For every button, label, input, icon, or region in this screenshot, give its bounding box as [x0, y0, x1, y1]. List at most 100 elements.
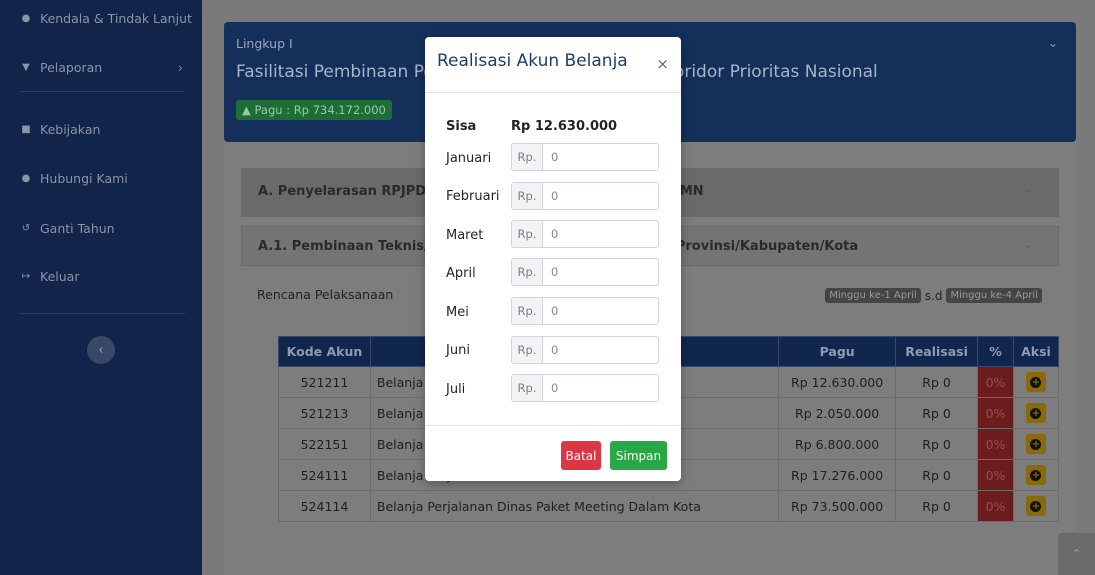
history-icon: ↺: [21, 223, 31, 234]
simpan-button[interactable]: Simpan: [610, 441, 667, 470]
percent-cell: 0%: [977, 459, 1014, 491]
modal-title: Realisasi Akun Belanja: [437, 51, 628, 71]
rp-prefix: Rp.: [512, 298, 543, 324]
aksi-cell: +: [1012, 428, 1060, 460]
kode-akun-cell: 524111: [278, 459, 371, 491]
header-realisasi: Realisasi: [895, 336, 979, 367]
rp-prefix: Rp.: [512, 259, 543, 285]
mei-input[interactable]: Rp. 0: [511, 297, 659, 325]
sidebar-item-label: Kebijakan: [40, 122, 101, 137]
januari-input[interactable]: Rp. 0: [511, 143, 659, 171]
realisasi-cell: Rp 0: [895, 366, 979, 398]
period-start-badge: Minggu ke-1 April: [825, 288, 921, 303]
plus-circle-icon: +: [1030, 500, 1042, 512]
month-label-februari: Februari: [446, 189, 500, 204]
sidebar-item-ganti-tahun[interactable]: ↺ Ganti Tahun: [20, 221, 115, 236]
plus-circle-icon: +: [1030, 438, 1042, 450]
batal-button[interactable]: Batal: [561, 441, 601, 470]
add-realisasi-button[interactable]: +: [1025, 434, 1046, 454]
sidebar-item-label: Kendala & Tindak Lanjut: [40, 11, 192, 26]
table-row: 524114 Belanja Perjalanan Dinas Paket Me…: [278, 490, 1060, 522]
plus-circle-icon: +: [1030, 407, 1042, 419]
juni-input[interactable]: Rp. 0: [511, 336, 659, 364]
april-input[interactable]: Rp. 0: [511, 258, 659, 286]
realisasi-modal: Realisasi Akun Belanja × Sisa Rp 12.630.…: [425, 37, 681, 481]
sidebar-item-pelaporan[interactable]: ▼ Pelaporan ›: [20, 60, 183, 75]
input-value: 0: [551, 304, 559, 318]
modal-header: Realisasi Akun Belanja ×: [425, 37, 681, 93]
header-pagu: Pagu: [778, 336, 897, 367]
realisasi-cell: Rp 0: [895, 490, 979, 522]
input-value: 0: [551, 189, 559, 203]
plus-circle-icon: +: [1030, 469, 1042, 481]
percent-cell: 0%: [977, 366, 1014, 398]
februari-input[interactable]: Rp. 0: [511, 182, 659, 210]
modal-footer-divider: [425, 425, 681, 426]
sidebar: ● Kendala & Tindak Lanjut ▼ Pelaporan › …: [0, 0, 202, 575]
pagu-cell: Rp 17.276.000: [778, 459, 897, 491]
money-bag-icon: ▲: [242, 103, 251, 117]
topbar: [202, 0, 1095, 10]
header-percent: %: [977, 336, 1014, 367]
realisasi-cell: Rp 0: [895, 428, 979, 460]
kode-akun-cell: 521211: [278, 366, 371, 398]
input-value: 0: [551, 343, 559, 357]
sidebar-divider: [20, 313, 185, 314]
sisa-value: Rp 12.630.000: [511, 119, 618, 134]
add-realisasi-button[interactable]: +: [1025, 372, 1046, 392]
month-label-januari: Januari: [446, 151, 492, 166]
sidebar-item-label: Pelaporan: [40, 60, 103, 75]
sidebar-divider: [20, 91, 185, 92]
input-value: 0: [551, 381, 559, 395]
aksi-cell: +: [1012, 490, 1060, 522]
juli-input[interactable]: Rp. 0: [511, 374, 659, 402]
sidebar-item-hubungi[interactable]: ● Hubungi Kami: [20, 171, 128, 186]
chevron-right-icon: ›: [178, 60, 183, 75]
chevron-left-icon: ‹: [98, 342, 104, 358]
input-value: 0: [551, 227, 559, 241]
sidebar-item-keluar[interactable]: ↦ Keluar: [20, 269, 80, 284]
input-value: 0: [551, 265, 559, 279]
chevron-down-icon[interactable]: ⌄: [1048, 36, 1058, 50]
aksi-cell: +: [1012, 459, 1060, 491]
rp-prefix: Rp.: [512, 221, 543, 247]
sidebar-item-label: Ganti Tahun: [40, 221, 115, 236]
filter-icon: ▼: [22, 62, 30, 73]
pagu-cell: Rp 12.630.000: [778, 366, 897, 398]
aksi-cell: +: [1012, 366, 1060, 398]
pagu-cell: Rp 73.500.000: [778, 490, 897, 522]
sidebar-item-label: Hubungi Kami: [40, 171, 128, 186]
chevron-down-icon: ⌄: [1022, 183, 1032, 196]
maret-input[interactable]: Rp. 0: [511, 220, 659, 248]
rp-prefix: Rp.: [512, 144, 543, 170]
close-icon[interactable]: ×: [656, 55, 669, 73]
period-end-badge: Minggu ke-4 April: [946, 288, 1042, 303]
add-realisasi-button[interactable]: +: [1025, 496, 1046, 516]
month-label-juni: Juni: [446, 343, 470, 358]
sidebar-collapse-button[interactable]: ‹: [87, 336, 115, 364]
month-label-april: April: [446, 266, 476, 281]
kode-akun-cell: 524114: [278, 490, 371, 522]
realisasi-cell: Rp 0: [895, 459, 979, 491]
sisa-label: Sisa: [446, 119, 477, 134]
percent-cell: 0%: [977, 428, 1014, 460]
header-aksi: Aksi: [1012, 336, 1060, 367]
info-icon: ●: [21, 13, 31, 24]
kode-akun-cell: 521213: [278, 397, 371, 429]
sidebar-item-kendala[interactable]: ● Kendala & Tindak Lanjut: [20, 11, 192, 26]
pagu-cell: Rp 2.050.000: [778, 397, 897, 429]
realisasi-cell: Rp 0: [895, 397, 979, 429]
add-realisasi-button[interactable]: +: [1025, 403, 1046, 423]
logout-icon: ↦: [21, 271, 31, 282]
month-label-mei: Mei: [446, 305, 469, 320]
scroll-to-top-button[interactable]: ⌃: [1058, 533, 1095, 575]
rp-prefix: Rp.: [512, 183, 543, 209]
pagu-badge: ▲ Pagu : Rp 734.172.000: [236, 100, 392, 120]
add-realisasi-button[interactable]: +: [1025, 465, 1046, 485]
sidebar-item-kebijakan[interactable]: ■ Kebijakan: [20, 122, 100, 137]
rp-prefix: Rp.: [512, 337, 543, 363]
percent-cell: 0%: [977, 397, 1014, 429]
rencana-period: Minggu ke-1 April s.d Minggu ke-4 April: [825, 288, 1042, 303]
rp-prefix: Rp.: [512, 375, 543, 401]
users-icon: ●: [21, 173, 31, 184]
